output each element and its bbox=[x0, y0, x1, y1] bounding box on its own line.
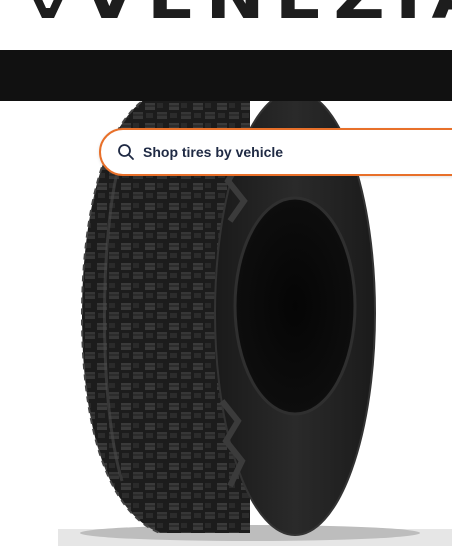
vehicle-search-input[interactable]: Shop tires by vehicle bbox=[99, 128, 452, 176]
search-icon[interactable] bbox=[117, 143, 135, 161]
hero-section: Shop tires by vehicle bbox=[0, 101, 452, 546]
page: VENEZIA bbox=[0, 0, 452, 546]
search-placeholder-text: Shop tires by vehicle bbox=[143, 144, 284, 160]
main-navigation-bar bbox=[0, 50, 452, 101]
brand-wordmark[interactable]: VENEZIA bbox=[82, 0, 452, 28]
site-header: VENEZIA bbox=[0, 0, 452, 50]
brand-logo-icon[interactable] bbox=[26, 0, 70, 18]
